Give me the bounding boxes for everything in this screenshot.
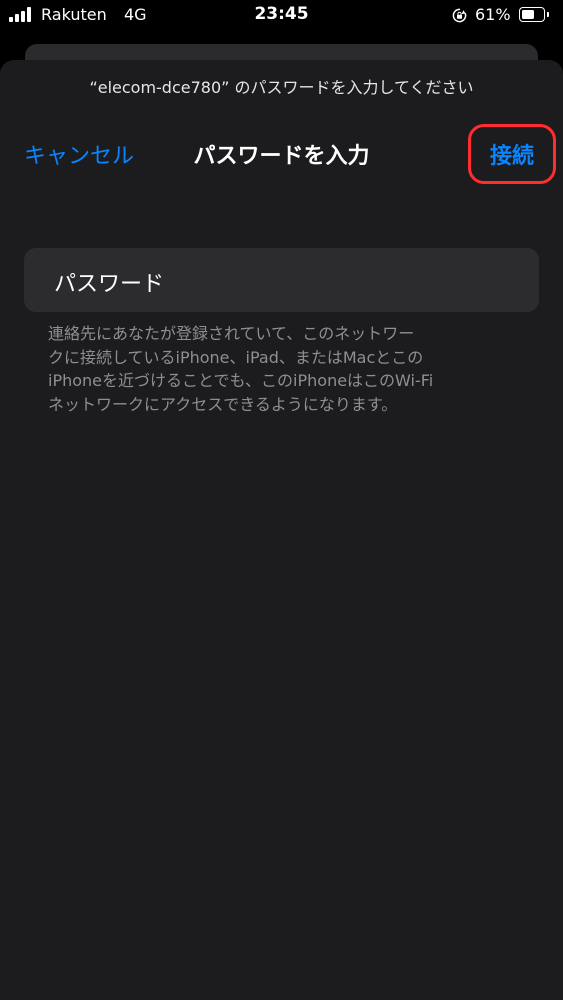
- password-input[interactable]: [184, 258, 525, 304]
- footer-line: ネットワークにアクセスできるようになります。: [48, 394, 398, 414]
- status-bar: Rakuten 4G 23:45 61%: [0, 0, 563, 34]
- footer-description: 連絡先にあなたが登録されていて、このネットワー クに接続しているiPhone、i…: [48, 322, 518, 416]
- password-sheet: “elecom-dce780” のパスワードを入力してください キャンセル パス…: [0, 60, 563, 1000]
- battery-icon: [519, 7, 545, 22]
- password-field[interactable]: パスワード: [24, 248, 539, 312]
- connect-button[interactable]: 接続: [468, 124, 556, 184]
- network-prompt: “elecom-dce780” のパスワードを入力してください: [89, 78, 474, 97]
- footer-line: iPhoneを近づけることでも、このiPhoneはこのWi-Fi: [48, 371, 434, 390]
- footer-line: クに接続しているiPhone、iPad、またはMacとこの: [48, 347, 424, 367]
- battery-cap: [547, 12, 549, 17]
- navigation-bar: キャンセル パスワードを入力 接続: [0, 124, 563, 184]
- connect-label: 接続: [489, 144, 534, 169]
- footer-line: 連絡先にあなたが登録されていて、このネットワー: [48, 324, 415, 343]
- screen: Rakuten 4G 23:45 61% “elecom-dce780” のパス…: [0, 0, 563, 1000]
- password-label: パスワード: [54, 272, 165, 297]
- battery-level-fill: [522, 10, 534, 19]
- rotation-lock-icon: [452, 8, 467, 23]
- battery-percentage: 61%: [475, 5, 511, 24]
